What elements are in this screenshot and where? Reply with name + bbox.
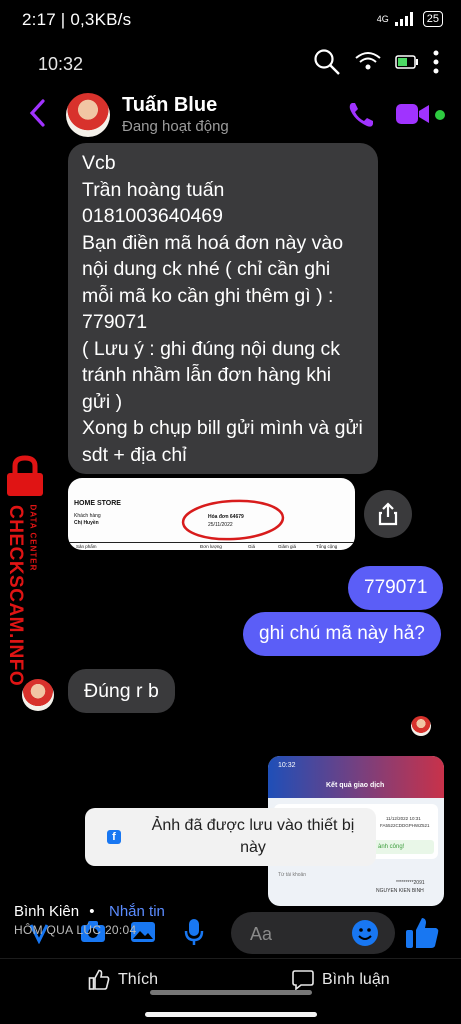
red-circle-annotation — [181, 499, 285, 541]
message-text: Vcb Trần hoàng tuấn 0181003640469 Bạn đi… — [82, 152, 363, 466]
incoming-message-bubble[interactable]: Đúng r b — [68, 669, 175, 713]
video-call-icon[interactable] — [396, 102, 430, 126]
receipt-store: HOME STORE — [74, 500, 121, 507]
from-account-label: Từ tài khoản — [278, 872, 307, 878]
like-label: Thích — [118, 971, 159, 988]
saved-toast: f Ảnh đã được lưu vào thiết bị này — [85, 808, 376, 866]
microphone-icon[interactable] — [184, 918, 204, 946]
receipt-col4: Giảm giá — [278, 544, 297, 549]
receipt-image[interactable]: HOME STORE Khách hàng Chị Huyền Hóa đơn … — [68, 478, 355, 550]
outer-status-time: 2:17 | 0,3KB/s — [22, 10, 132, 29]
outgoing-message-bubble[interactable]: 779071 — [348, 566, 444, 610]
post-author-name: Bình Kiên — [14, 903, 80, 920]
message-text: Đúng r b — [84, 679, 159, 702]
online-dot — [435, 110, 445, 120]
receipt-customer-label: Khách hàng — [74, 513, 101, 519]
contact-status: Đang hoạt động — [122, 118, 229, 135]
comment-button[interactable]: Bình luận — [292, 969, 390, 991]
receipt-col5: Tổng cộng — [316, 544, 338, 549]
inner-home-indicator — [150, 990, 312, 995]
receipt-customer-name: Chị Huyền — [74, 520, 99, 526]
message-input-placeholder: Aa — [250, 924, 273, 944]
seen-avatar — [411, 716, 431, 736]
phone-call-icon[interactable] — [346, 100, 376, 130]
transaction-datetime: 11/12/2022 10:31 — [386, 816, 421, 821]
back-arrow-icon[interactable] — [28, 98, 46, 128]
like-button[interactable]: Thích — [88, 969, 158, 991]
watermark-sub: DATA CENTER — [28, 504, 38, 572]
comment-icon — [292, 970, 314, 991]
transaction-time: 10:32 — [278, 762, 296, 769]
post-message-link[interactable]: Nhắn tin — [109, 903, 165, 920]
watermark-brand: CHECKSCAM.INFO — [5, 505, 26, 687]
search-icon[interactable] — [313, 48, 341, 76]
separator-dot: • — [89, 903, 95, 920]
incoming-message-bubble[interactable]: Vcb Trần hoàng tuấn 0181003640469 Bạn đi… — [68, 143, 378, 474]
from-account-holder: NGUYEN KIEN BINH — [376, 888, 424, 894]
more-options-icon[interactable] — [433, 50, 439, 74]
wifi-icon — [355, 52, 381, 70]
message-text: 779071 — [364, 577, 428, 598]
transaction-ref: FA5522CDDGPHWZ521 — [380, 823, 430, 828]
receipt-col2: Đơn lượng — [200, 544, 222, 549]
share-button[interactable] — [364, 490, 412, 538]
post-author[interactable]: Bình Kiên • — [14, 903, 94, 920]
signal-icon — [394, 12, 413, 26]
battery-charging-icon — [395, 55, 418, 69]
watermark: CHECKSCAM.INFO DATA CENTER — [0, 455, 54, 687]
receipt-divider — [68, 542, 355, 543]
facebook-icon: f — [107, 830, 121, 844]
transaction-title: Kết quả giao dịch — [326, 782, 385, 789]
comment-label: Bình luận — [322, 971, 390, 988]
like-thumb-icon[interactable] — [404, 916, 440, 950]
inner-status-icons — [313, 48, 439, 76]
lock-icon — [7, 455, 43, 496]
contact-name[interactable]: Tuấn Blue — [122, 94, 217, 117]
from-account-number: *********2091 — [396, 880, 425, 886]
battery-icon: 25 — [422, 11, 443, 27]
receipt-col1: Sản phẩm — [76, 544, 97, 549]
thumbs-up-icon — [88, 969, 110, 990]
outer-status-icons: 4G 25 — [377, 11, 443, 27]
home-indicator[interactable] — [145, 1012, 317, 1017]
post-timestamp: HÔM QUA LÚC 20:04 — [14, 923, 137, 937]
network-label: 4G — [376, 14, 389, 24]
receipt-col3: Giá — [248, 544, 256, 549]
inner-status-time: 10:32 — [38, 54, 84, 74]
success-text: ành công! — [378, 844, 405, 850]
outgoing-message-bubble[interactable]: ghi chú mã này hả? — [243, 612, 441, 656]
contact-avatar[interactable] — [66, 93, 110, 137]
share-icon — [378, 502, 398, 526]
reaction-bar: Thích Bình luận — [0, 958, 461, 1003]
message-text: ghi chú mã này hả? — [259, 623, 425, 644]
emoji-icon[interactable] — [351, 919, 379, 947]
toast-text: Ảnh đã được lưu vào thiết bị này — [151, 817, 355, 856]
